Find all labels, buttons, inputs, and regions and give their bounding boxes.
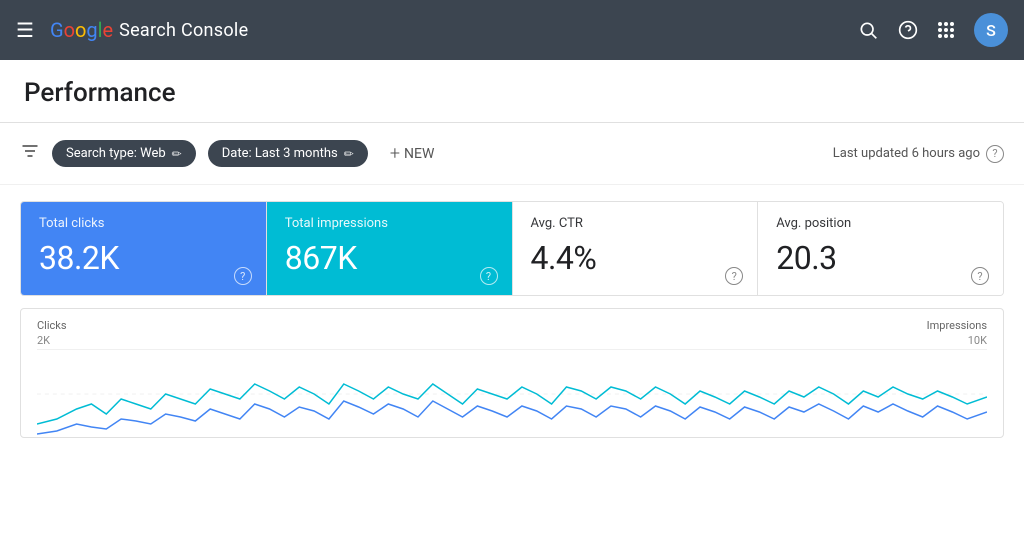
avg-ctr-label: Avg. CTR xyxy=(531,216,740,231)
search-type-label: Search type: Web xyxy=(66,146,166,161)
new-label: NEW xyxy=(404,146,434,162)
google-logo-text: Google xyxy=(50,18,113,42)
chart-left-axis-label: Clicks xyxy=(37,319,67,332)
metric-total-impressions[interactable]: Total impressions 867K ? xyxy=(267,202,513,295)
help-icon[interactable] xyxy=(898,20,918,40)
apps-icon[interactable] xyxy=(938,22,954,38)
search-icon[interactable] xyxy=(858,20,878,40)
total-impressions-label: Total impressions xyxy=(285,216,494,231)
header-right: S xyxy=(858,13,1008,47)
avg-ctr-value: 4.4% xyxy=(531,239,740,277)
header-logo: Google Search Console xyxy=(50,18,249,42)
chart-right-axis-label: Impressions xyxy=(927,319,987,332)
chart-container: Clicks Impressions 2K 10K xyxy=(20,308,1004,438)
total-impressions-value: 867K xyxy=(285,239,494,277)
metrics-section: Total clicks 38.2K ? Total impressions 8… xyxy=(0,185,1024,296)
metrics-cards: Total clicks 38.2K ? Total impressions 8… xyxy=(20,201,1004,296)
metric-avg-ctr[interactable]: Avg. CTR 4.4% ? xyxy=(513,202,759,295)
last-updated-help-icon[interactable]: ? xyxy=(986,145,1004,163)
chart-section: Clicks Impressions 2K 10K xyxy=(0,296,1024,438)
apps-grid xyxy=(938,22,954,38)
search-type-edit-icon: ✏ xyxy=(172,147,182,161)
date-edit-icon: ✏ xyxy=(344,147,354,161)
filters-bar: Search type: Web ✏ Date: Last 3 months ✏… xyxy=(0,123,1024,185)
chart-svg xyxy=(37,349,987,438)
filter-icon[interactable] xyxy=(20,141,40,166)
chart-left-scale: 2K xyxy=(37,334,50,347)
product-name: Search Console xyxy=(119,20,248,41)
header-left: ☰ Google Search Console xyxy=(16,18,248,42)
date-label: Date: Last 3 months xyxy=(222,146,338,161)
total-impressions-help-icon[interactable]: ? xyxy=(480,267,498,285)
impressions-line xyxy=(37,384,987,424)
avatar[interactable]: S xyxy=(974,13,1008,47)
last-updated-text: Last updated 6 hours ago xyxy=(833,146,980,161)
new-button[interactable]: + NEW xyxy=(380,137,445,170)
chart-axis-labels: Clicks Impressions xyxy=(37,319,987,332)
date-chip[interactable]: Date: Last 3 months ✏ xyxy=(208,140,368,167)
header: ☰ Google Search Console xyxy=(0,0,1024,60)
metric-total-clicks[interactable]: Total clicks 38.2K ? xyxy=(21,202,267,295)
chart-right-scale: 10K xyxy=(968,334,987,347)
total-clicks-help-icon[interactable]: ? xyxy=(234,267,252,285)
hamburger-icon[interactable]: ☰ xyxy=(16,18,34,42)
avg-position-value: 20.3 xyxy=(776,239,985,277)
avg-position-help-icon[interactable]: ? xyxy=(971,267,989,285)
avg-ctr-help-icon[interactable]: ? xyxy=(725,267,743,285)
search-type-chip[interactable]: Search type: Web ✏ xyxy=(52,140,196,167)
metric-avg-position[interactable]: Avg. position 20.3 ? xyxy=(758,202,1003,295)
last-updated: Last updated 6 hours ago ? xyxy=(833,145,1004,163)
avg-position-label: Avg. position xyxy=(776,216,985,231)
page-title: Performance xyxy=(24,78,1000,108)
plus-icon: + xyxy=(390,143,400,164)
total-clicks-value: 38.2K xyxy=(39,239,248,277)
page-title-area: Performance xyxy=(0,60,1024,123)
total-clicks-label: Total clicks xyxy=(39,216,248,231)
clicks-line xyxy=(37,401,987,434)
